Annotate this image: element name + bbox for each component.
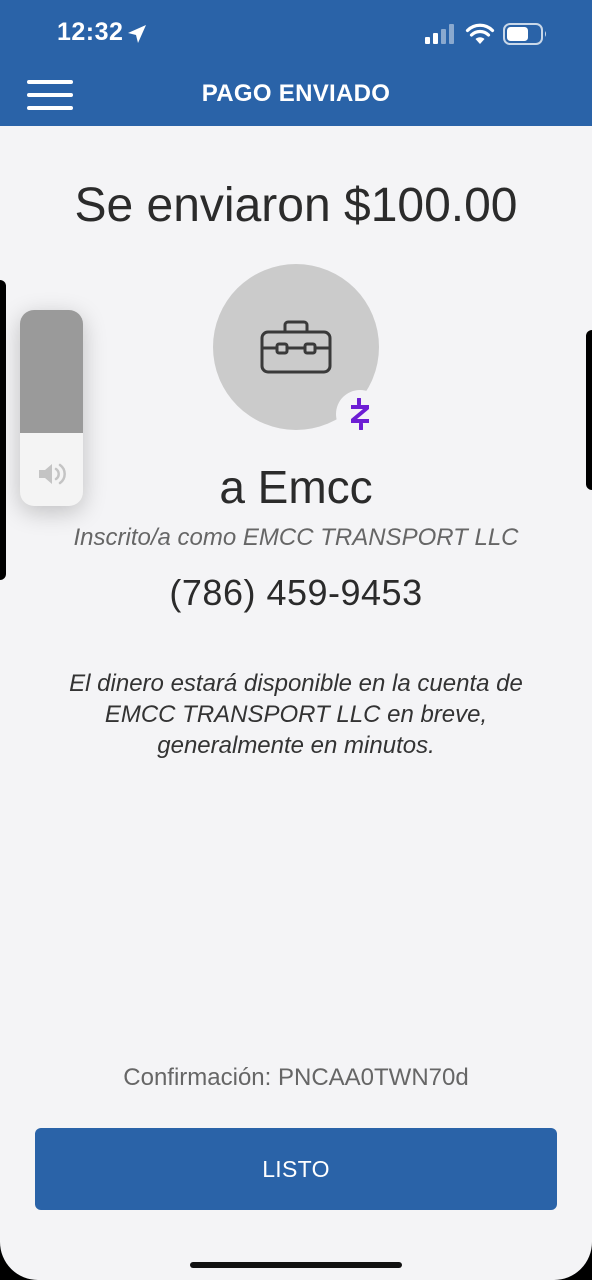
home-indicator[interactable] [190, 1262, 402, 1268]
speaker-icon [39, 463, 66, 485]
volume-level-fill [20, 310, 83, 433]
app-header: 12:32 PAGO ENVIADO [0, 0, 592, 126]
page-title: PAGO ENVIADO [201, 80, 391, 107]
recipient-name: a Emcc [219, 461, 373, 513]
zelle-icon [351, 398, 369, 430]
device-edge-left [0, 280, 6, 580]
briefcase-icon [260, 320, 332, 374]
battery-icon [503, 23, 547, 45]
payment-sent-screen: 12:32 PAGO ENVIADO Se enviaron $100.00 a… [0, 0, 592, 1280]
device-edge-right [586, 330, 592, 490]
amount-sent-title: Se enviaron $100.00 [74, 179, 518, 232]
volume-hud[interactable] [20, 310, 83, 506]
done-button[interactable]: LISTO [35, 1128, 557, 1210]
zelle-badge [336, 390, 384, 438]
confirmation-number: Confirmación: PNCAA0TWN70d [123, 1064, 469, 1091]
cellular-signal-icon [425, 24, 454, 44]
location-arrow-icon [128, 25, 146, 43]
enrolled-as-text: Inscrito/a como EMCC TRANSPORT LLC [73, 524, 519, 551]
status-bar: 12:32 [0, 0, 592, 70]
availability-notice: El dinero estará disponible en la cuenta… [69, 670, 523, 759]
recipient-phone: (786) 459-9453 [169, 572, 423, 613]
status-time: 12:32 [57, 18, 124, 46]
wifi-icon [465, 23, 495, 44]
